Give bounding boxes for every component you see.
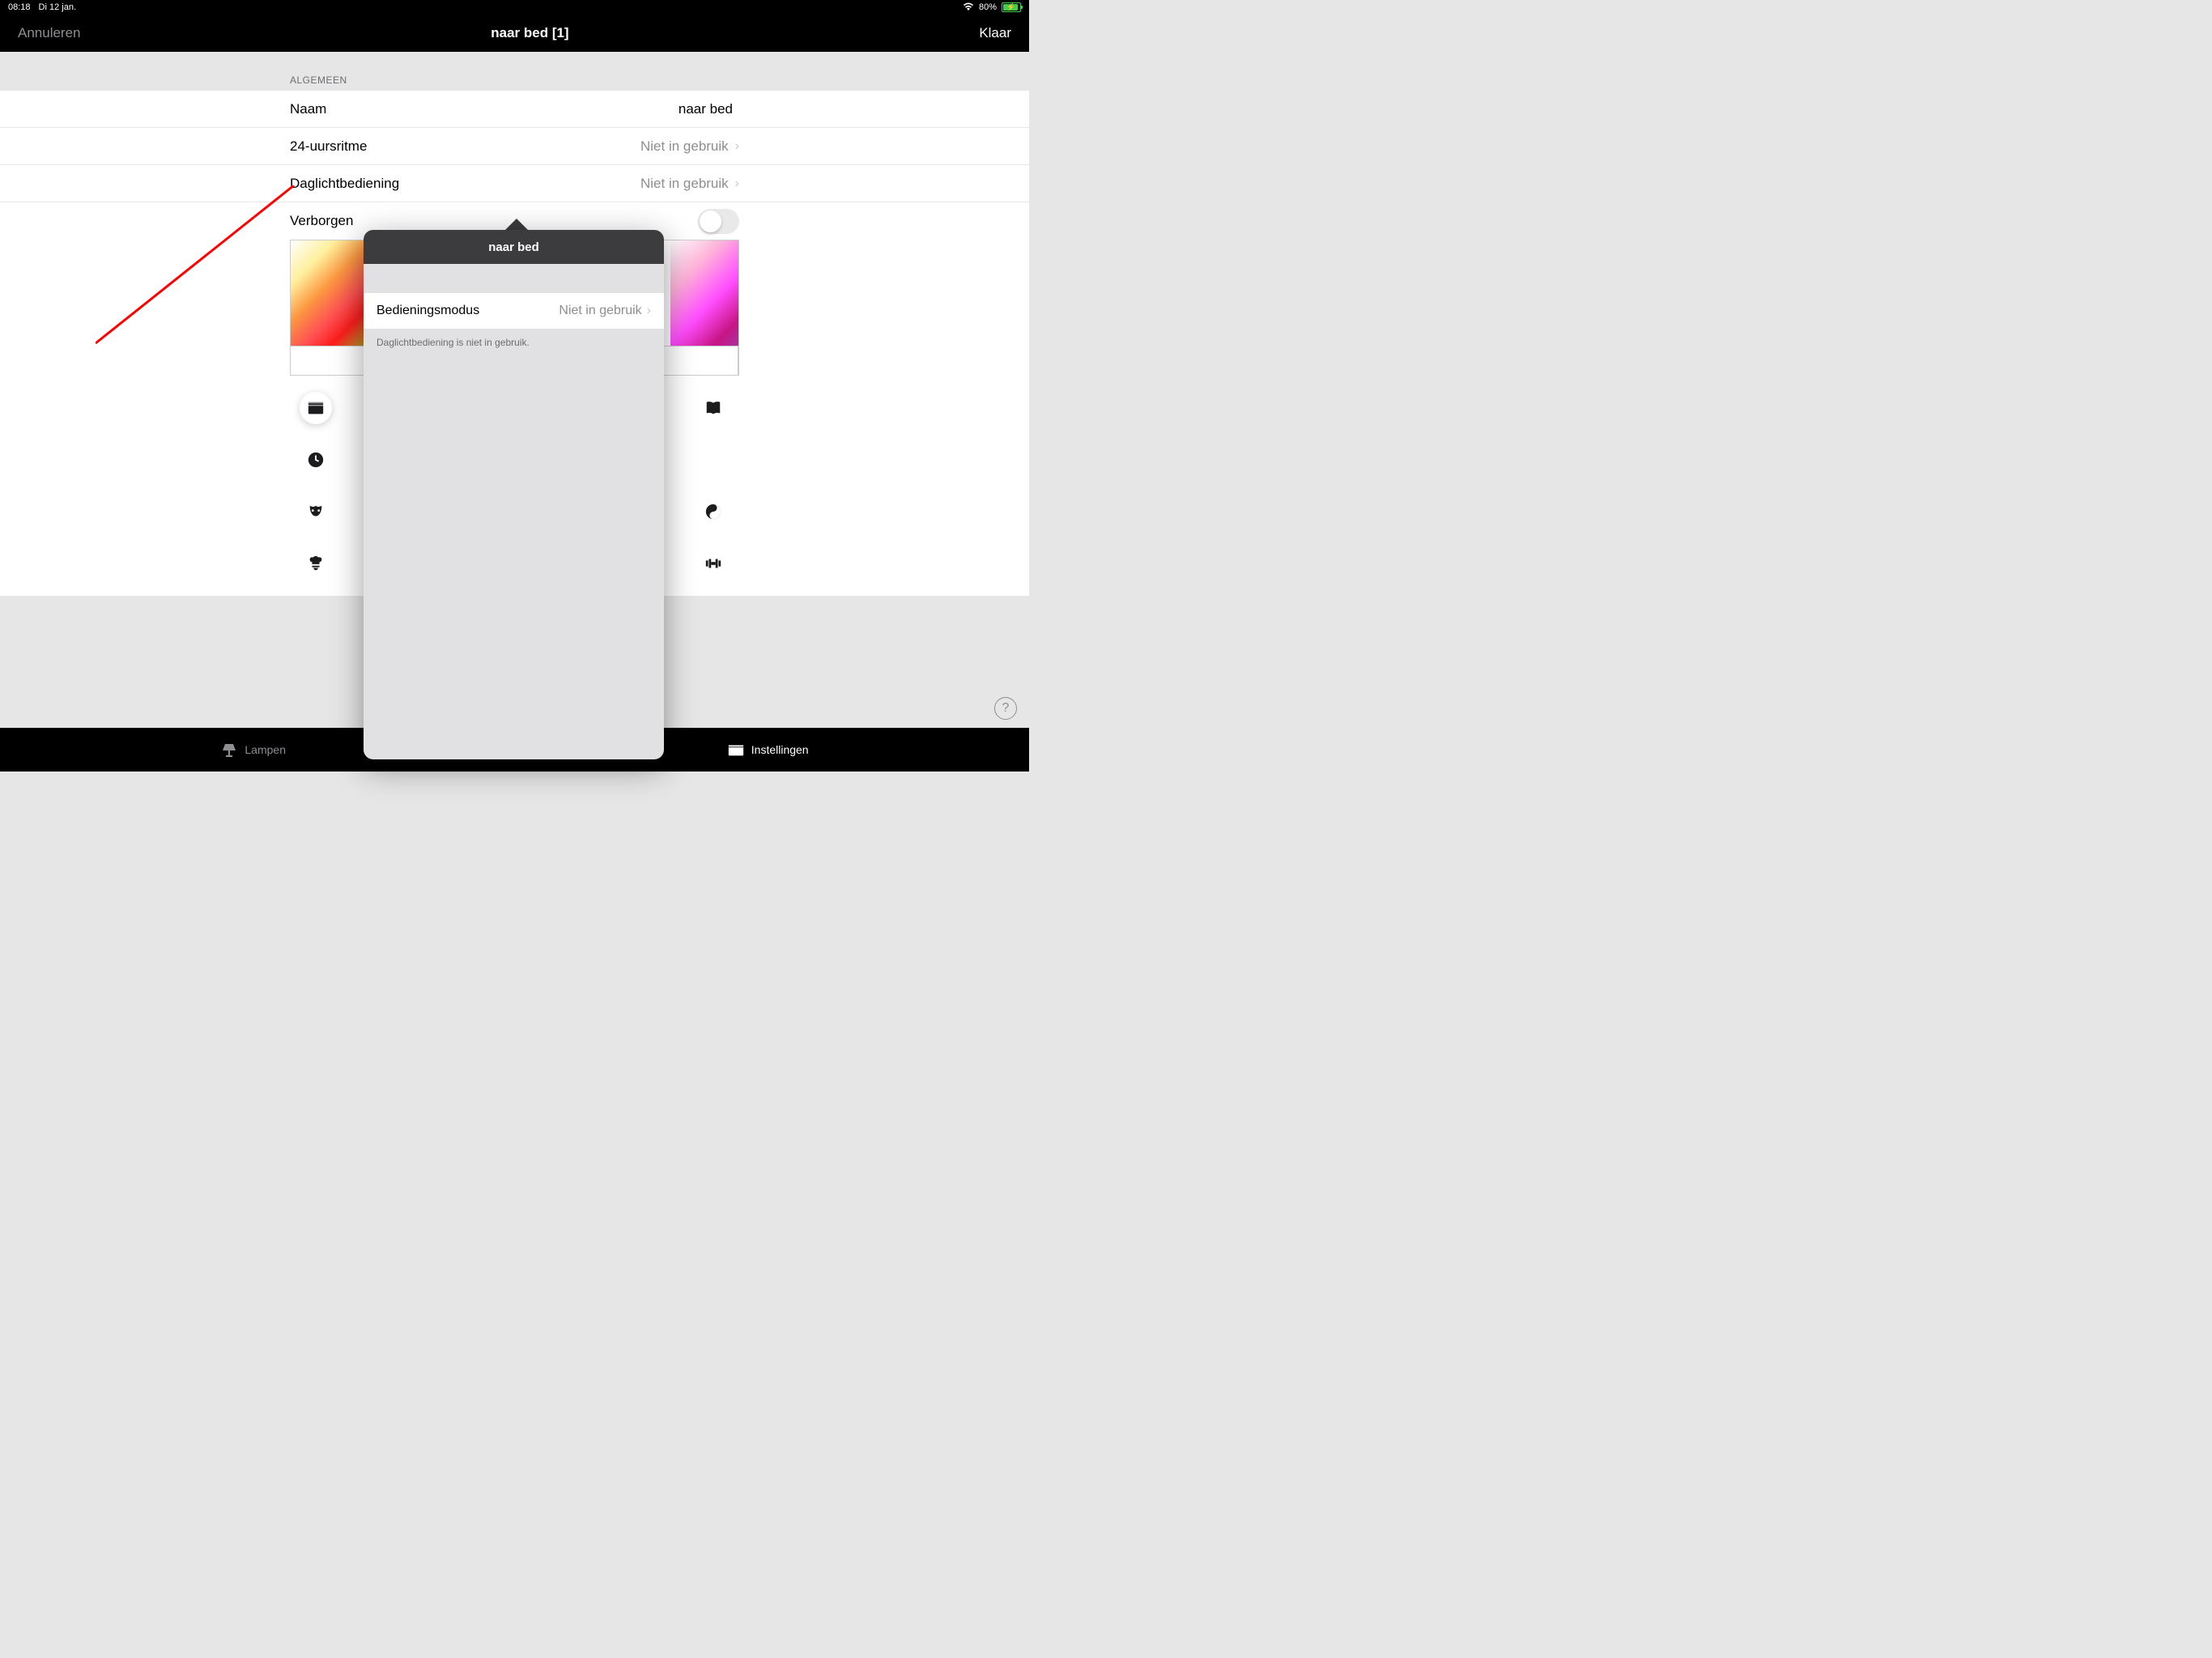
cancel-button[interactable]: Annuleren (18, 25, 81, 41)
row-hidden-label: Verborgen (290, 213, 698, 229)
row-daylight[interactable]: Daglichtbediening Niet in gebruik › (0, 165, 1029, 202)
chevron-right-icon: › (735, 176, 739, 191)
scene-icon-clapper[interactable] (300, 392, 332, 424)
row-24-rhythm-label: 24-uursritme (290, 138, 640, 155)
popover-row-mode[interactable]: Bedieningsmodus Niet in gebruik › (364, 293, 664, 329)
settings-icon (727, 741, 745, 759)
chevron-right-icon: › (647, 304, 651, 318)
scene-icon-yinyang[interactable] (697, 495, 730, 528)
chevron-right-icon: › (735, 139, 739, 154)
row-24-rhythm-value: Niet in gebruik (640, 138, 729, 155)
lamp-icon (220, 741, 238, 759)
popover-mode-value: Niet in gebruik (559, 304, 641, 318)
scene-icon-dumbbell[interactable] (697, 547, 730, 580)
popover-mode-label: Bedieningsmodus (376, 304, 559, 318)
row-name-label: Naam (290, 101, 678, 117)
daylight-popover: naar bed Bedieningsmodus Niet in gebruik… (364, 230, 664, 759)
section-header-general: ALGEMEEN (0, 52, 1029, 91)
row-name[interactable]: Naam naar bed (0, 91, 1029, 128)
battery-percent: 80% (979, 2, 997, 12)
row-24-rhythm[interactable]: 24-uursritme Niet in gebruik › (0, 128, 1029, 165)
row-daylight-label: Daglichtbediening (290, 176, 640, 192)
nav-bar: Annuleren naar bed [1] Klaar (0, 15, 1029, 52)
popover-footer-text: Daglichtbediening is niet in gebruik. (364, 329, 664, 356)
tab-lampen[interactable]: Lampen (220, 741, 286, 759)
status-date: Di 12 jan. (39, 2, 76, 12)
hidden-toggle[interactable] (698, 209, 739, 234)
row-daylight-value: Niet in gebruik (640, 176, 729, 192)
toggle-knob (700, 210, 721, 232)
settings-list: Naam naar bed 24-uursritme Niet in gebru… (0, 91, 1029, 240)
scene-icon-moon[interactable] (697, 444, 730, 476)
status-time: 08:18 (8, 2, 31, 12)
popover-title: naar bed (364, 230, 664, 264)
scene-icon-book[interactable] (697, 392, 730, 424)
color-gradient-warm[interactable] (291, 240, 367, 346)
row-name-value: naar bed (678, 101, 733, 117)
popover-arrow (505, 219, 528, 230)
color-gradient-pink[interactable] (670, 240, 738, 346)
color-slot-1[interactable] (291, 346, 367, 375)
tab-settings-label: Instellingen (751, 743, 809, 756)
tab-settings[interactable]: Instellingen (727, 741, 809, 759)
page-title: naar bed [1] (491, 25, 568, 41)
battery-icon: ⚡ (1002, 2, 1021, 12)
done-button[interactable]: Klaar (979, 25, 1011, 41)
color-slot-2[interactable] (693, 346, 738, 375)
status-bar: 08:18 Di 12 jan. 80% ⚡ (0, 0, 1029, 15)
tab-lampen-label: Lampen (245, 743, 286, 756)
scene-icon-mask[interactable] (300, 495, 332, 528)
wifi-icon (963, 2, 974, 13)
help-button[interactable]: ? (994, 697, 1017, 720)
scene-icon-clock[interactable] (300, 444, 332, 476)
scene-icon-chef[interactable] (300, 547, 332, 580)
